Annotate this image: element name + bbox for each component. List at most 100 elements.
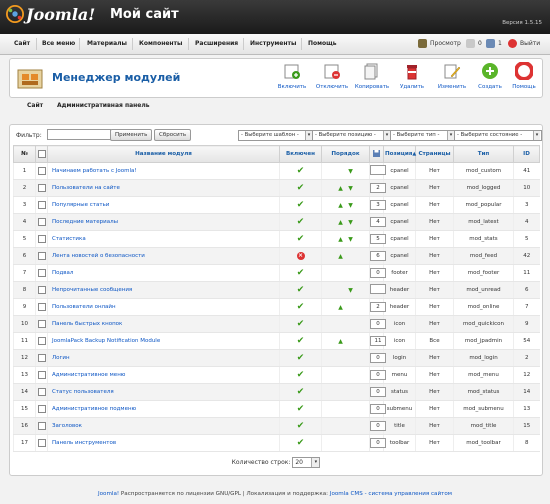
col-order[interactable]: Порядок [321, 145, 370, 163]
order-input[interactable] [370, 284, 386, 294]
col-pages[interactable]: Страницы [415, 145, 454, 163]
enabled-toggle[interactable]: ✔ [279, 264, 322, 282]
module-name-link[interactable]: Панель инструментов [47, 434, 280, 452]
tab-site[interactable]: Сайт [27, 102, 43, 109]
move-down-icon[interactable]: ▼ [346, 236, 356, 243]
menu-item-help[interactable]: Помощь [308, 40, 337, 47]
publish-button[interactable]: Включить [274, 62, 310, 90]
row-checkbox[interactable] [35, 434, 48, 452]
enabled-toggle[interactable]: ✔ [279, 417, 322, 435]
module-name-link[interactable]: Начинаем работать с Joomla! [47, 162, 280, 180]
delete-button[interactable]: Удалить [394, 62, 430, 90]
order-input[interactable] [370, 165, 386, 175]
position-select[interactable]: - Выберите позицию - ▾ [312, 130, 392, 141]
row-checkbox[interactable] [35, 366, 48, 384]
enabled-toggle[interactable]: ✔ [279, 383, 322, 401]
enabled-toggle[interactable]: ✔ [279, 332, 322, 350]
row-checkbox[interactable] [35, 400, 48, 418]
menu-item-site[interactable]: Сайт [14, 40, 30, 47]
move-down-icon[interactable]: ▼ [346, 287, 356, 294]
order-input[interactable]: 2 [370, 183, 386, 193]
users-online-count[interactable]: 1 [486, 39, 502, 48]
enabled-toggle[interactable]: ✔ [279, 162, 322, 180]
move-up-icon[interactable]: ▲ [336, 202, 346, 209]
enabled-toggle[interactable]: ✔ [279, 213, 322, 231]
save-order-icon[interactable] [369, 145, 384, 163]
row-checkbox[interactable] [35, 332, 48, 350]
order-input[interactable]: 0 [370, 438, 386, 448]
row-checkbox[interactable] [35, 298, 48, 316]
row-checkbox[interactable] [35, 281, 48, 299]
enabled-toggle[interactable]: ✔ [279, 298, 322, 316]
filter-input[interactable] [47, 129, 111, 140]
module-name-link[interactable]: Пользователи онлайн [47, 298, 280, 316]
move-up-icon[interactable]: ▲ [336, 338, 346, 345]
col-name[interactable]: Название модуля [47, 145, 280, 163]
move-down-icon[interactable]: ▼ [346, 185, 356, 192]
joomla-link[interactable]: Joomla! [98, 491, 119, 497]
enabled-toggle[interactable]: ✔ [279, 179, 322, 197]
module-name-link[interactable]: Заголовок [47, 417, 280, 435]
order-input[interactable]: 2 [370, 302, 386, 312]
enabled-toggle[interactable]: ✔ [279, 315, 322, 333]
module-name-link[interactable]: Последние материалы [47, 213, 280, 231]
order-input[interactable]: 0 [370, 387, 386, 397]
move-up-icon[interactable]: ▲ [336, 219, 346, 226]
menu-item-content[interactable]: Материалы [87, 40, 127, 47]
module-name-link[interactable]: Популярные статьи [47, 196, 280, 214]
order-input[interactable]: 5 [370, 234, 386, 244]
col-position[interactable]: Позиция▲ [383, 145, 416, 163]
apply-filter-button[interactable]: Применить [110, 129, 153, 141]
copy-button[interactable]: Копировать [354, 62, 390, 90]
enabled-toggle[interactable]: ✔ [279, 349, 322, 367]
module-name-link[interactable]: Статус пользователя [47, 383, 280, 401]
module-name-link[interactable]: Статистика [47, 230, 280, 248]
preview-link[interactable]: Просмотр [418, 39, 461, 48]
joomla-cms-link[interactable]: Joomla CMS - система управления сайтом [330, 491, 452, 497]
order-input[interactable]: 3 [370, 200, 386, 210]
reset-filter-button[interactable]: Сбросить [154, 129, 192, 141]
col-enabled[interactable]: Включен [279, 145, 322, 163]
unpublish-button[interactable]: Отключить [314, 62, 350, 90]
select-all-checkbox[interactable] [35, 145, 48, 163]
module-name-link[interactable]: JoomlaPack Backup Notification Module [47, 332, 280, 350]
order-input[interactable]: 6 [370, 251, 386, 261]
order-input[interactable]: 0 [370, 319, 386, 329]
enabled-toggle[interactable]: ✔ [279, 400, 322, 418]
order-input[interactable]: 0 [370, 353, 386, 363]
row-checkbox[interactable] [35, 315, 48, 333]
row-checkbox[interactable] [35, 349, 48, 367]
col-id[interactable]: ID [513, 145, 540, 163]
type-select[interactable]: - Выберите тип - ▾ [390, 130, 456, 141]
move-down-icon[interactable]: ▼ [346, 168, 356, 175]
row-checkbox[interactable] [35, 213, 48, 231]
enabled-toggle[interactable]: ✔ [279, 434, 322, 452]
order-input[interactable]: 0 [370, 370, 386, 380]
enabled-toggle[interactable]: ✔ [279, 230, 322, 248]
enabled-toggle[interactable]: ✔ [279, 196, 322, 214]
module-name-link[interactable]: Логин [47, 349, 280, 367]
module-name-link[interactable]: Лента новостей о безопасности [47, 247, 280, 265]
state-select[interactable]: - Выберите состояние - ▾ [454, 130, 542, 141]
menu-item-extensions[interactable]: Расширения [195, 40, 238, 47]
rows-per-page-select[interactable]: 20 ▾ [292, 457, 321, 468]
enabled-toggle[interactable]: ✔ [279, 281, 322, 299]
template-select[interactable]: - Выберите шаблон - ▾ [238, 130, 314, 141]
move-up-icon[interactable]: ▲ [336, 253, 346, 260]
tab-administrator[interactable]: Административная панель [57, 102, 150, 109]
menu-item-tools[interactable]: Инструменты [250, 40, 296, 47]
enabled-toggle[interactable]: × [279, 247, 322, 265]
order-input[interactable]: 0 [370, 268, 386, 278]
row-checkbox[interactable] [35, 247, 48, 265]
logout-link[interactable]: Выйти [508, 39, 540, 48]
new-button[interactable]: Создать [472, 62, 508, 90]
order-input[interactable]: 11 [370, 336, 386, 346]
module-name-link[interactable]: Пользователи на сайте [47, 179, 280, 197]
module-name-link[interactable]: Административное меню [47, 366, 280, 384]
row-checkbox[interactable] [35, 230, 48, 248]
enabled-toggle[interactable]: ✔ [279, 366, 322, 384]
module-name-link[interactable]: Административное подменю [47, 400, 280, 418]
row-checkbox[interactable] [35, 383, 48, 401]
order-input[interactable]: 0 [370, 404, 386, 414]
row-checkbox[interactable] [35, 264, 48, 282]
